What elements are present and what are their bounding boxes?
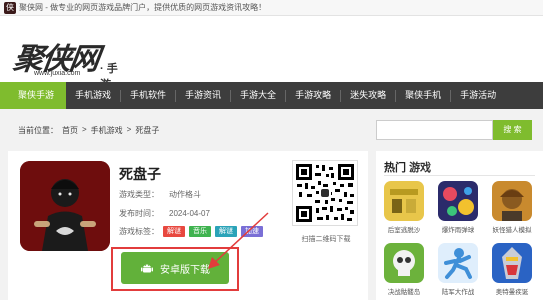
game-type-value: 动作格斗	[169, 190, 201, 199]
qr-code-image	[293, 161, 357, 225]
hot-games-title: 热门 游戏	[384, 159, 431, 175]
top-bar: 侠 聚侠网 - 做专业的网页游戏品牌门户，提供优质的网页游戏资讯攻略！	[0, 0, 543, 16]
site-logo[interactable]: 聚侠网 www.juxia.com · 手游	[8, 34, 128, 91]
nav-item-mobile-games[interactable]: 手机游戏	[66, 82, 120, 109]
breadcrumb-prefix: 当前位置：	[18, 126, 58, 135]
yellow-grid-icon	[384, 181, 424, 221]
nav-item-game-list[interactable]: 手游大全	[231, 82, 285, 109]
breadcrumb-mobile-games[interactable]: 手机游戏	[91, 125, 123, 136]
hot-game-name: 妖怪猎人模拟	[492, 227, 532, 234]
hot-game-name: 决战骷髅岛	[387, 289, 421, 296]
breadcrumb-home[interactable]: 首页	[62, 125, 78, 136]
nav-item-guides[interactable]: 手游攻略	[286, 82, 340, 109]
breadcrumb-separator: >	[82, 125, 87, 134]
hot-games-title-a: 热门	[384, 162, 406, 174]
runner-icon	[438, 243, 478, 283]
breadcrumb-current: 死盘子	[135, 126, 160, 135]
tag-music[interactable]: 音乐	[189, 226, 211, 237]
hot-game-item[interactable]: 爆炸雨弹球	[438, 181, 478, 234]
nav-item-events[interactable]: 手游活动	[451, 82, 505, 109]
game-type: 游戏类型： 动作格斗	[119, 189, 201, 200]
game-type-label: 游戏类型：	[119, 190, 159, 199]
logo-domain: www.juxia.com	[34, 70, 81, 77]
hot-game-item[interactable]: 后室逃脱沙	[384, 181, 424, 234]
site-mini-logo[interactable]: 侠	[4, 1, 16, 14]
game-cover-image[interactable]	[20, 161, 110, 251]
nav-item-juxia-phone[interactable]: 聚侠手机	[396, 82, 450, 109]
ball-icon	[438, 181, 478, 221]
hot-games-title-b: 游戏	[409, 162, 432, 174]
hot-games-divider	[384, 175, 535, 176]
game-cover-art	[20, 161, 110, 251]
hot-game-item[interactable]: 奥特曼疾诞	[492, 243, 532, 296]
hero-icon	[492, 243, 532, 283]
game-date-label: 发布时间：	[119, 209, 159, 218]
download-label: 安卓版下载	[160, 264, 210, 276]
breadcrumb-separator: >	[126, 125, 132, 134]
main-nav: 聚侠手游 手机游戏 手机软件 手游资讯 手游大全 手游攻略 迷失攻略 聚侠手机 …	[0, 82, 543, 109]
qr-code	[292, 160, 358, 226]
hot-game-name: 后室逃脱沙	[387, 227, 421, 234]
tag-puzzle[interactable]: 解谜	[163, 226, 185, 237]
search-input[interactable]	[376, 120, 493, 140]
skull-icon	[384, 243, 424, 283]
warrior-icon	[492, 181, 532, 221]
hot-game-item[interactable]: 陆军大作战	[438, 243, 478, 296]
game-date: 发布时间： 2024-04-07	[119, 208, 210, 219]
header: 聚侠网 www.juxia.com · 手游	[0, 16, 543, 91]
game-date-value: 2024-04-07	[169, 209, 210, 218]
hot-games-panel: 热门 游戏 后室逃脱沙 爆炸雨弹球 妖怪猎人模拟 决战骷髅岛 陆军大作战 奥特曼…	[376, 151, 543, 300]
game-detail-card: 死盘子 游戏类型： 动作格斗 发布时间： 2024-04-07 游戏标签： 解谜 音…	[8, 151, 368, 300]
game-tags: 游戏标签： 解谜 音乐 解谜 加速	[119, 226, 263, 237]
game-tags-label: 游戏标签：	[119, 227, 159, 236]
hot-game-item[interactable]: 妖怪猎人模拟	[492, 181, 532, 234]
android-icon	[141, 264, 153, 273]
hot-game-name: 陆军大作战	[441, 289, 475, 296]
game-title: 死盘子	[119, 166, 161, 182]
nav-item-juxia-mobile[interactable]: 聚侠手游	[0, 82, 66, 109]
download-highlight-box: 安卓版下载	[111, 247, 239, 291]
hot-game-name: 奥特曼疾诞	[495, 289, 529, 296]
tag-speed[interactable]: 加速	[241, 226, 263, 237]
nav-item-news[interactable]: 手游资讯	[176, 82, 230, 109]
search-button[interactable]: 搜 索	[493, 120, 532, 140]
android-download-button[interactable]: 安卓版下载	[121, 252, 229, 284]
nav-item-lost-guides[interactable]: 迷失攻略	[341, 82, 395, 109]
hot-game-item[interactable]: 决战骷髅岛	[384, 243, 424, 296]
breadcrumb-row: 当前位置： 首页 > 手机游戏 > 死盘子 搜 索	[0, 109, 543, 151]
breadcrumb: 当前位置： 首页 > 手机游戏 > 死盘子	[18, 125, 159, 136]
tag-puzzle-2[interactable]: 解谜	[215, 226, 237, 237]
nav-item-mobile-software[interactable]: 手机软件	[121, 82, 175, 109]
top-bar-text: 聚侠网 - 做专业的网页游戏品牌门户，提供优质的网页游戏资讯攻略！	[19, 3, 267, 12]
qr-code-label: 扫描二维码下载	[301, 236, 351, 243]
hot-game-name: 爆炸雨弹球	[441, 227, 475, 234]
